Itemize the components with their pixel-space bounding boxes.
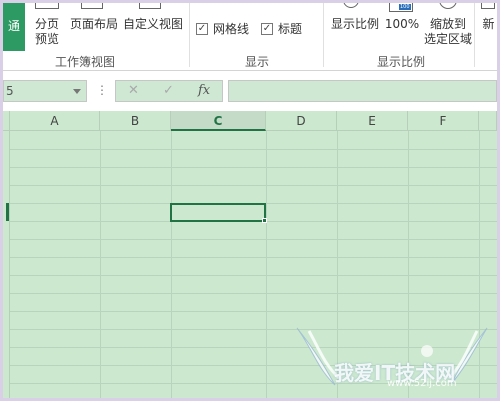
group-separator (323, 3, 324, 67)
zoom-100-label: 100% (384, 17, 420, 31)
zoom-100-button[interactable]: 100% (384, 17, 420, 32)
grid-line (10, 149, 497, 150)
ribbon-view-tab: 通 分页 预览 页面布局 自定义视图 工作簿视图 ✓ 网格线 ✓ 标题 显示 显… (3, 3, 497, 71)
workbook-views-group-label: 工作簿视图 (55, 55, 116, 69)
show-group-label: 显示 (245, 55, 270, 69)
column-header-f[interactable]: F (408, 111, 479, 131)
new-window-icon (481, 3, 495, 9)
page-layout-button[interactable]: 页面布局 (67, 17, 121, 32)
page-break-preview-button[interactable]: 分页 预览 (31, 17, 63, 47)
column-header-corner[interactable] (3, 111, 10, 131)
formula-bar: 5 ⋮ ✕ ✓ fx (3, 71, 497, 111)
active-cell-c[interactable] (170, 203, 266, 222)
more-options-icon[interactable]: ⋮ (96, 83, 108, 97)
column-header-g[interactable] (479, 111, 497, 131)
zoom-button[interactable]: 显示比例 (329, 17, 381, 32)
gridlines-checkbox[interactable]: ✓ (196, 23, 208, 35)
column-header-a[interactable]: A (10, 111, 100, 131)
zoom-to-selection-icon (439, 3, 457, 9)
zoom-label: 显示比例 (330, 17, 379, 31)
grid-line (10, 311, 497, 312)
grid-line (10, 239, 497, 240)
column-header-b[interactable]: B (100, 111, 171, 131)
grid-line (266, 131, 267, 398)
new-window-button[interactable]: 新 (480, 17, 497, 32)
formula-input[interactable] (228, 80, 497, 102)
watermark-url: www.52ij.com (387, 378, 457, 389)
active-row-marker (6, 203, 9, 221)
headings-label: 标题 (278, 22, 303, 36)
watermark: 我爱IT技术网 www.52ij.com (287, 323, 497, 398)
hundred-badge: 100 (399, 4, 411, 10)
enter-icon[interactable]: ✓ (163, 83, 174, 98)
cancel-icon[interactable]: ✕ (128, 83, 139, 98)
grid-line (10, 293, 497, 294)
name-box[interactable]: 5 (3, 80, 87, 102)
page-break-label-line1: 分页 (34, 17, 59, 31)
formula-buttons: ✕ ✓ fx (115, 80, 223, 102)
check-icon: ✓ (197, 23, 207, 34)
column-header-c[interactable]: C (171, 111, 266, 131)
page-break-label-line2: 预览 (34, 32, 59, 46)
custom-view-icon (139, 3, 161, 9)
excel-window: 通 分页 预览 页面布局 自定义视图 工作簿视图 ✓ 网格线 ✓ 标题 显示 显… (0, 0, 500, 401)
check-icon: ✓ (262, 23, 272, 34)
grid-line (10, 185, 497, 186)
zoom-icon (343, 3, 359, 8)
page-break-preview-icon (35, 3, 59, 9)
column-header-d[interactable]: D (266, 111, 337, 131)
normal-view-button[interactable]: 通 (3, 3, 25, 51)
group-separator (189, 3, 190, 67)
custom-views-button[interactable]: 自定义视图 (122, 17, 184, 32)
grid-line (10, 257, 497, 258)
gridlines-label: 网格线 (213, 22, 250, 36)
zoom-group-label: 显示比例 (377, 55, 426, 69)
chevron-down-icon[interactable] (73, 89, 81, 94)
custom-views-label: 自定义视图 (122, 17, 183, 31)
page-layout-icon (81, 3, 103, 9)
zoom-selection-line1: 缩放到 (429, 17, 466, 31)
zoom-to-selection-button[interactable]: 缩放到 选定区域 (422, 17, 474, 47)
grid-line (10, 167, 497, 168)
fill-handle[interactable] (262, 218, 267, 223)
name-box-value: 5 (6, 84, 14, 98)
grid-line (171, 131, 172, 398)
insert-function-icon[interactable]: fx (198, 83, 210, 98)
new-window-label: 新 (482, 17, 495, 31)
worksheet-grid[interactable]: A B C D E F 我爱IT技术网 www.52ij.com (3, 111, 497, 398)
row-headers[interactable] (3, 111, 10, 398)
headings-checkbox[interactable]: ✓ (261, 23, 273, 35)
grid-line (100, 131, 101, 398)
zoom-100-icon: 100 (389, 3, 413, 12)
page-layout-label: 页面布局 (69, 17, 118, 31)
zoom-selection-line2: 选定区域 (423, 32, 472, 46)
group-separator (474, 3, 475, 67)
grid-line (10, 275, 497, 276)
column-header-e[interactable]: E (337, 111, 408, 131)
normal-view-label: 通 (7, 19, 20, 33)
